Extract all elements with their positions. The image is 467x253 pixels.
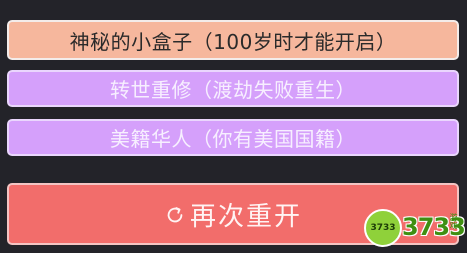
option-mystery-box[interactable]: 神秘的小盒子（100岁时才能开启） xyxy=(7,20,459,60)
watermark-logo: 3733 3733 游戏 xyxy=(362,205,466,251)
option-chinese-american[interactable]: 美籍华人（你有美国国籍） xyxy=(7,119,459,156)
option-label: 转世重修（渡劫失败重生） xyxy=(110,78,356,102)
option-label: 美籍华人（你有美国国籍） xyxy=(110,127,356,151)
watermark-subtext: 游戏 xyxy=(449,213,458,229)
refresh-icon xyxy=(167,207,183,223)
restart-label: 再次重开 xyxy=(189,201,302,232)
option-reincarnation[interactable]: 转世重修（渡劫失败重生） xyxy=(7,70,459,107)
option-label: 神秘的小盒子（100岁时才能开启） xyxy=(69,29,397,54)
watermark-badge: 3733 xyxy=(364,209,402,247)
